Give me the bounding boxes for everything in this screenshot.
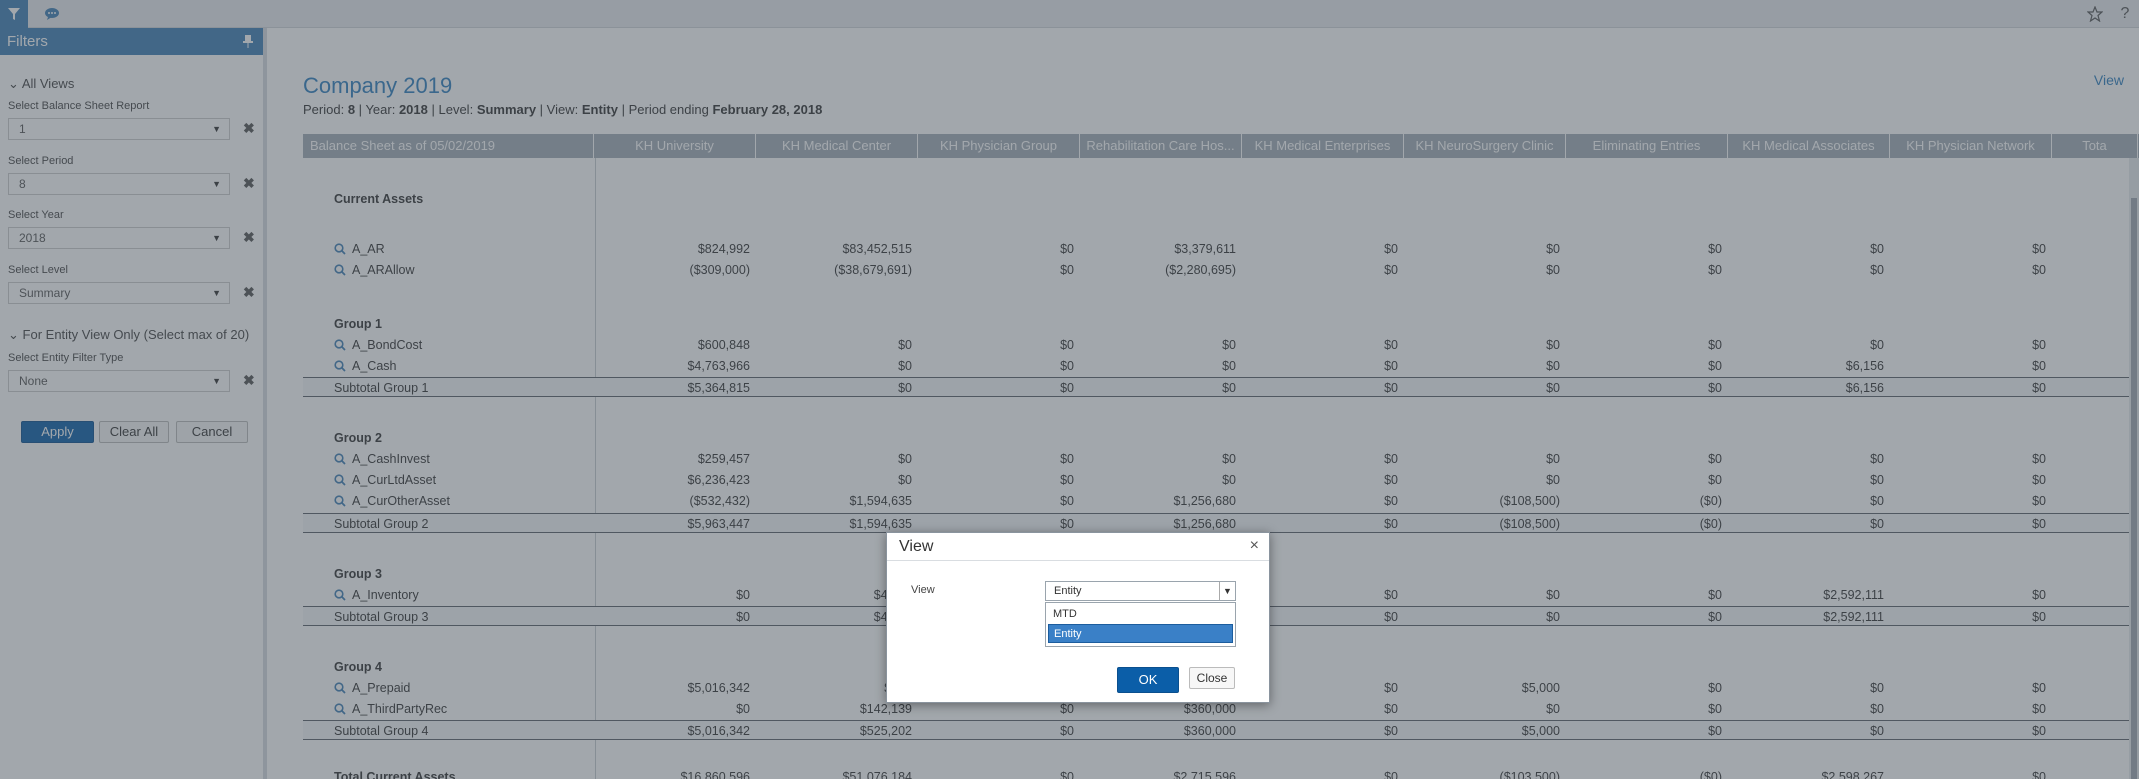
ok-button[interactable]: OK — [1117, 667, 1179, 693]
view-field-label: View — [911, 584, 935, 596]
dialog-title: View — [887, 533, 1269, 561]
view-options-list: MTD Entity — [1045, 602, 1236, 647]
view-dialog: View × View Entity ▼ MTD Entity OK Close — [886, 532, 1270, 703]
caret-down-icon[interactable]: ▼ — [1219, 582, 1235, 600]
close-button[interactable]: Close — [1189, 667, 1235, 689]
option-mtd[interactable]: MTD — [1048, 605, 1233, 624]
view-select[interactable]: Entity ▼ — [1045, 581, 1236, 601]
option-entity[interactable]: Entity — [1048, 624, 1233, 643]
view-select-value: Entity — [1054, 585, 1082, 597]
close-icon[interactable]: × — [1250, 537, 1259, 555]
